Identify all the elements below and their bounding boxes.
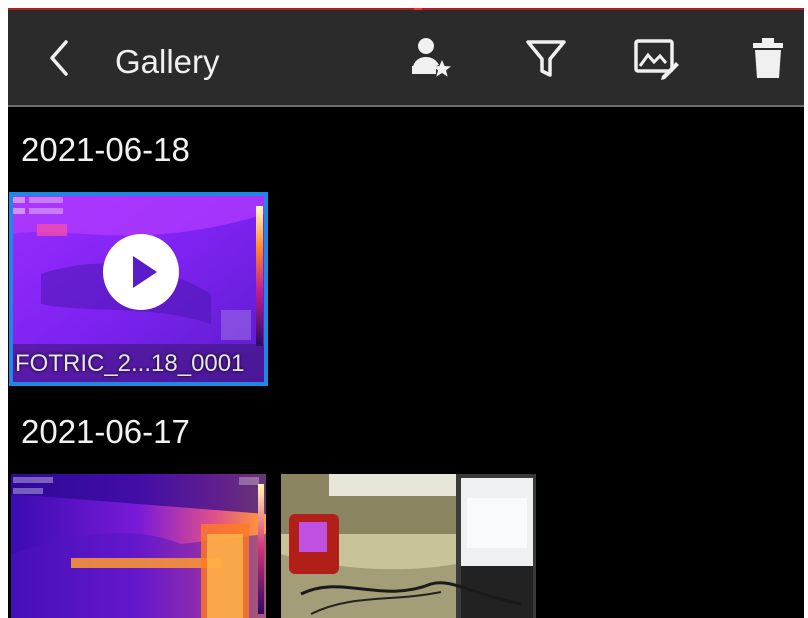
trash-icon[interactable]: [744, 34, 792, 82]
thumbnail-filename: FOTRIC_2...18_0001: [15, 350, 245, 377]
page-title: Gallery: [115, 43, 220, 80]
thermal-image-thumbnail: [11, 474, 266, 618]
favorite-user-icon[interactable]: [406, 34, 454, 82]
gallery-item-video[interactable]: FOTRIC_2...18_0001: [9, 192, 268, 386]
play-icon: [133, 256, 157, 288]
photo-thumbnail: [281, 474, 536, 618]
gallery-item-photo[interactable]: [281, 474, 536, 618]
date-header-1: 2021-06-18: [21, 131, 190, 168]
date-header-2: 2021-06-17: [21, 413, 190, 450]
filter-icon[interactable]: [522, 34, 570, 82]
top-app-bar: Gallery: [8, 10, 804, 107]
play-button[interactable]: [103, 234, 179, 310]
gallery-screen: Gallery 2021-06-18 FOTRIC_2...18_0001 20…: [8, 8, 804, 618]
gallery-item-thermal-image[interactable]: [11, 474, 266, 618]
edit-image-icon[interactable]: [632, 34, 680, 82]
back-arrow-icon[interactable]: [42, 38, 78, 78]
